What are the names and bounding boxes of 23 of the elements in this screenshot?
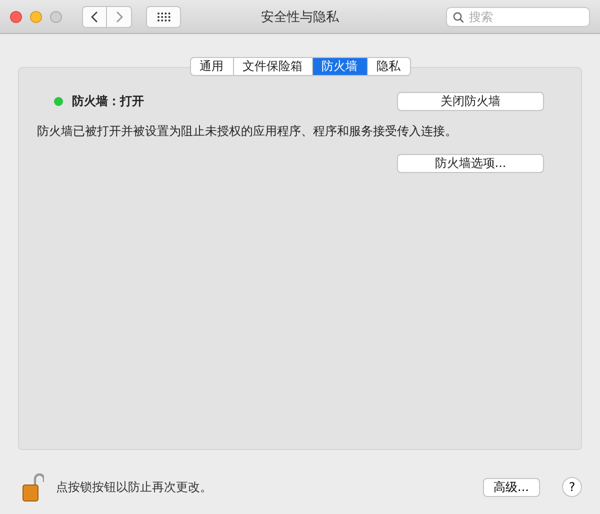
unlocked-lock-icon[interactable] — [22, 472, 44, 502]
status-label: 防火墙：打开 — [72, 93, 144, 110]
description-text: 防火墙已被打开并被设置为阻止未授权的应用程序、程序和服务接受传入连接。 — [37, 123, 458, 140]
window-title: 安全性与隐私 — [261, 8, 339, 26]
advanced-button[interactable]: 高级... — [482, 478, 540, 496]
options-button[interactable]: 防火墙选项... — [397, 154, 544, 173]
close-button[interactable] — [10, 10, 22, 22]
chevron-left-icon — [91, 10, 98, 22]
tab[interactable]: 文件保险箱 — [234, 57, 312, 76]
minimize-button[interactable] — [30, 10, 42, 22]
search-field[interactable]: 搜索 — [446, 6, 590, 26]
tab[interactable]: 隐私 — [368, 57, 410, 76]
lock-hint: 点按锁按钮以防止再次更改。 — [56, 478, 212, 496]
tab[interactable]: 防火墙 — [312, 57, 368, 76]
back-button[interactable] — [82, 6, 107, 28]
zoom-button[interactable] — [50, 10, 62, 22]
chevron-right-icon — [116, 10, 122, 22]
grid-icon — [156, 12, 170, 22]
search-icon — [453, 12, 464, 22]
help-button[interactable]: ? — [562, 477, 582, 497]
tab[interactable]: 通用 — [190, 57, 234, 76]
grid-button[interactable] — [146, 6, 181, 28]
toggle-firewall-button[interactable]: 关闭防火墙 — [397, 92, 544, 111]
